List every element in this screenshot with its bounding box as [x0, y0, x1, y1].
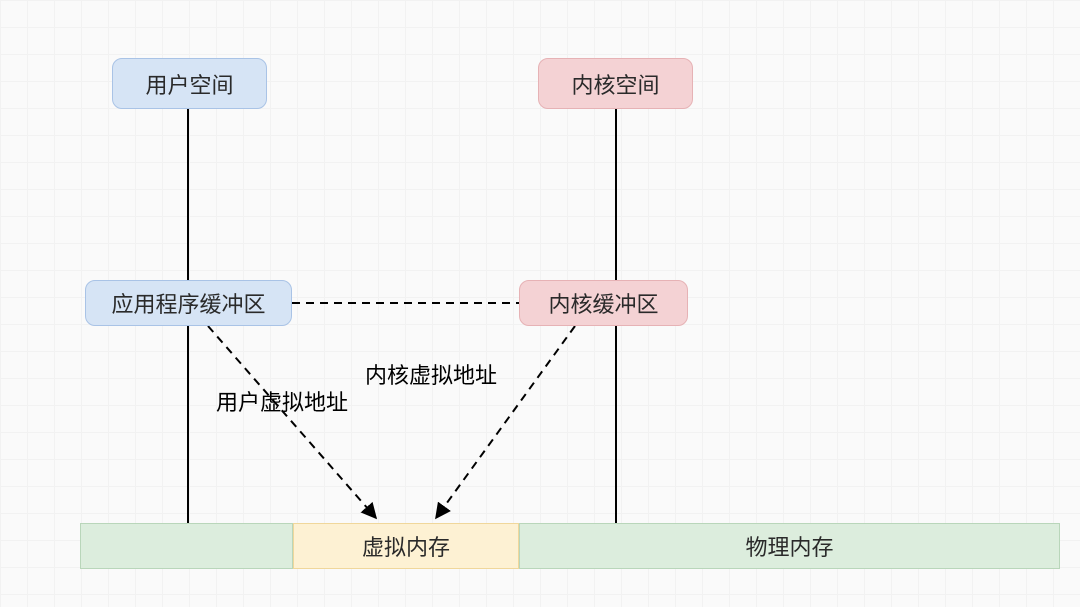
arrow-kbuf-to-virt [436, 326, 575, 518]
box-virtual-memory: 虚拟内存 [293, 523, 519, 569]
box-user-space: 用户空间 [112, 58, 267, 109]
box-physical-memory: 物理内存 [519, 523, 1060, 569]
label-kernel-virt-addr: 内核虚拟地址 [365, 358, 497, 390]
box-kernel-space: 内核空间 [538, 58, 693, 109]
diagram-canvas: 用户空间 内核空间 应用程序缓冲区 内核缓冲区 用户虚拟地址 内核虚拟地址 虚拟… [0, 0, 1080, 607]
arrow-app-to-virt [208, 326, 376, 518]
box-kernel-buffer: 内核缓冲区 [519, 280, 688, 326]
box-bottom-blank [80, 523, 293, 569]
box-app-buffer: 应用程序缓冲区 [85, 280, 292, 326]
label-user-virt-addr: 用户虚拟地址 [216, 385, 348, 417]
